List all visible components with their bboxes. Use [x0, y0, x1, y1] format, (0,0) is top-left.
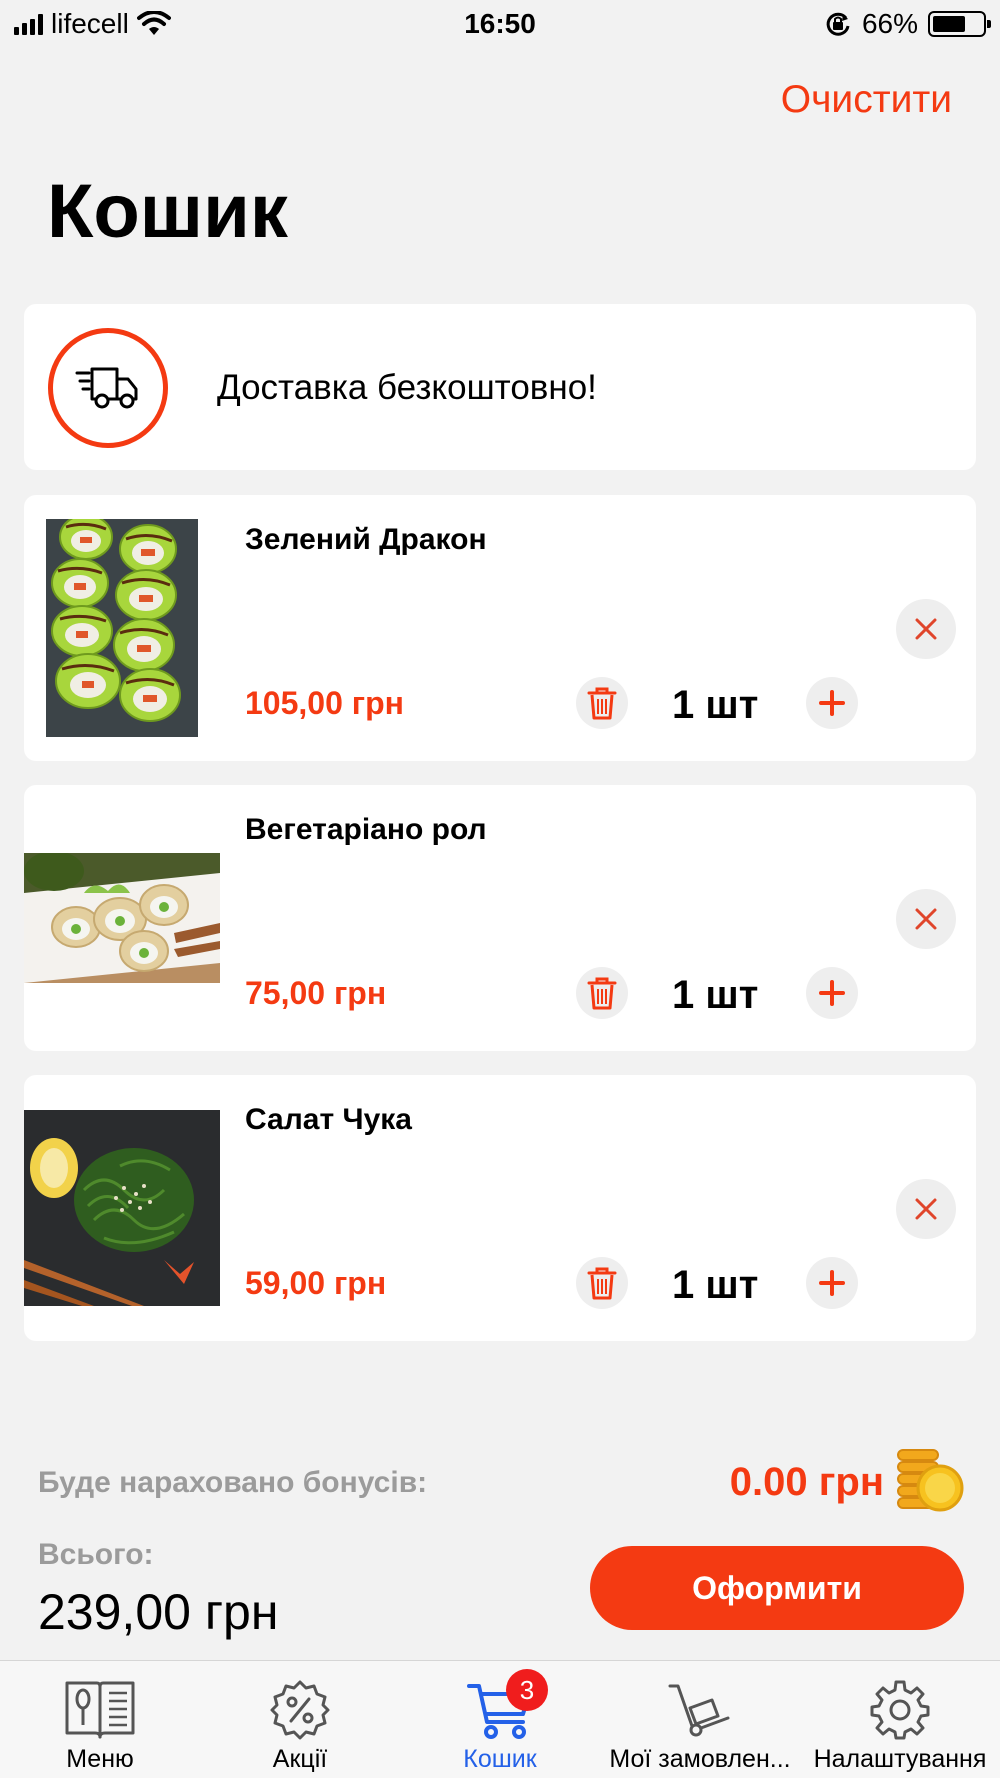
status-bar: lifecell 16:50 66%: [0, 0, 1000, 50]
increase-quantity-button[interactable]: [806, 1257, 858, 1309]
tab-label: Меню: [66, 1745, 134, 1773]
cart-item: Салат Чука 59,00 грн 1 шт: [24, 1075, 976, 1341]
total-value: 239,00 грн: [38, 1584, 279, 1640]
status-right: 66%: [824, 8, 991, 40]
tab-label: Налаштування: [813, 1745, 987, 1773]
delivery-truck-icon: [48, 328, 168, 448]
increase-quantity-button[interactable]: [806, 967, 858, 1019]
trash-icon: [587, 1267, 617, 1300]
decrease-delete-button[interactable]: [576, 677, 628, 729]
plus-icon: [819, 690, 845, 716]
delivery-text: Доставка безкоштовно!: [217, 368, 597, 407]
cart-count-badge: 3: [506, 1669, 548, 1711]
cart-icon: [400, 1675, 600, 1745]
decrease-delete-button[interactable]: [576, 1257, 628, 1309]
decrease-delete-button[interactable]: [576, 967, 628, 1019]
item-price: 105,00 грн: [245, 685, 404, 721]
checkout-button[interactable]: Оформити: [590, 1546, 964, 1630]
discount-badge-icon: [200, 1675, 400, 1745]
battery-fill: [933, 16, 965, 32]
battery-icon: [928, 11, 991, 37]
cart-item: Зелений Дракон 105,00 грн 1 шт: [24, 495, 976, 761]
close-icon: [915, 618, 937, 640]
plus-icon: [819, 1270, 845, 1296]
orientation-lock-icon: [826, 12, 850, 36]
gear-icon: [800, 1675, 1000, 1745]
increase-quantity-button[interactable]: [806, 677, 858, 729]
item-image-green-dragon[interactable]: [46, 519, 198, 737]
cart-item: Вегетаріано рол 75,00 грн 1 шт: [24, 785, 976, 1051]
tab-label: Акції: [272, 1745, 328, 1773]
trash-icon: [587, 687, 617, 720]
tab-my-orders[interactable]: Мої замовлен...: [600, 1661, 800, 1778]
remove-item-button[interactable]: [896, 1179, 956, 1239]
item-price: 75,00 грн: [245, 975, 387, 1011]
coins-icon: [896, 1444, 964, 1519]
item-name: Салат Чука: [245, 1103, 412, 1136]
close-icon: [915, 1198, 937, 1220]
item-quantity: 1 шт: [672, 1263, 759, 1307]
item-price: 59,00 грн: [245, 1265, 387, 1301]
tab-cart[interactable]: 3 Кошик: [400, 1661, 600, 1778]
item-name: Вегетаріано рол: [245, 813, 487, 846]
tab-menu[interactable]: Меню: [0, 1661, 200, 1778]
remove-item-button[interactable]: [896, 889, 956, 949]
item-quantity: 1 шт: [672, 683, 759, 727]
total-label: Всього:: [38, 1538, 154, 1571]
plus-icon: [819, 980, 845, 1006]
tab-promotions[interactable]: Акції: [200, 1661, 400, 1778]
menu-book-icon: [0, 1675, 200, 1745]
tab-bar: Меню Акції 3 Кошик Мої замовлен... Налаш…: [0, 1660, 1000, 1778]
tab-label: Мої замовлен...: [609, 1745, 791, 1773]
hand-truck-icon: [600, 1675, 800, 1745]
remove-item-button[interactable]: [896, 599, 956, 659]
page-title: Кошик: [47, 169, 288, 254]
close-icon: [915, 908, 937, 930]
bonus-label: Буде нараховано бонусів:: [38, 1466, 428, 1499]
item-quantity: 1 шт: [672, 973, 759, 1017]
bonus-value: 0.00 грн: [729, 1460, 884, 1504]
tab-settings[interactable]: Налаштування: [800, 1661, 1000, 1778]
battery-percent: 66%: [861, 8, 918, 39]
trash-icon: [587, 977, 617, 1010]
clear-cart-button[interactable]: Очистити: [781, 78, 952, 122]
tab-label: Кошик: [463, 1745, 537, 1773]
delivery-banner: Доставка безкоштовно!: [24, 304, 976, 470]
item-image-chuka-salad[interactable]: [24, 1110, 220, 1306]
item-image-vegetarian-roll[interactable]: [24, 853, 220, 983]
item-name: Зелений Дракон: [245, 523, 487, 556]
